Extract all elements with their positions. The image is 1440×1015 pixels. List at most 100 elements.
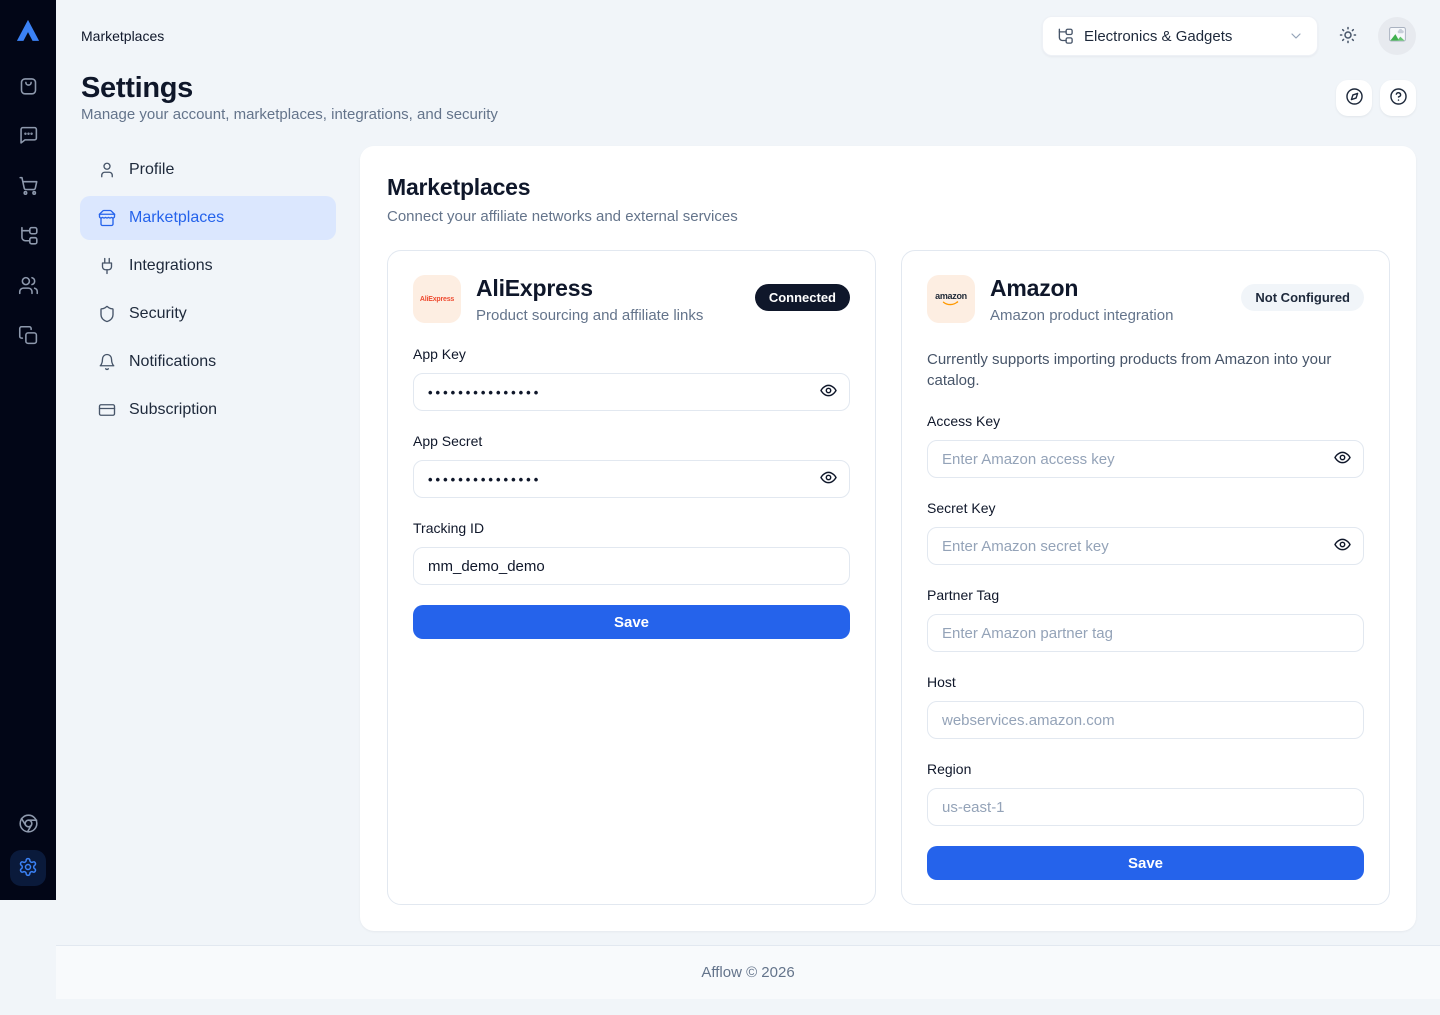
settings-nav-item-marketplaces[interactable]: Marketplaces xyxy=(80,196,336,240)
category-selector[interactable]: Electronics & Gadgets xyxy=(1042,16,1318,56)
footer: Afflow © 2026 xyxy=(56,945,1440,999)
aliexpress-card: AliExpress AliExpress Product sourcing a… xyxy=(387,250,876,905)
toggle-secret-key-visibility-button[interactable] xyxy=(1331,535,1353,557)
user-icon xyxy=(98,161,116,179)
copy-icon xyxy=(18,325,39,349)
sun-icon xyxy=(1338,25,1358,48)
toggle-access-key-visibility-button[interactable] xyxy=(1331,448,1353,470)
explore-button[interactable] xyxy=(1336,80,1372,116)
sidebar-item-pages[interactable] xyxy=(17,326,39,348)
marketplace-cards: AliExpress AliExpress Product sourcing a… xyxy=(387,250,1390,905)
app-key-input[interactable] xyxy=(413,373,850,411)
settings-nav-label: Subscription xyxy=(129,401,217,419)
tracking-id-input[interactable] xyxy=(413,547,850,585)
amazon-title: Amazon xyxy=(990,275,1173,302)
eye-icon xyxy=(819,468,838,490)
bell-icon xyxy=(98,353,116,371)
toggle-app-secret-visibility-button[interactable] xyxy=(817,468,839,490)
aliexpress-logo-text: AliExpress xyxy=(420,296,454,303)
aliexpress-description: Product sourcing and affiliate links xyxy=(476,307,703,324)
status-badge: Connected xyxy=(755,284,850,311)
users-icon xyxy=(18,275,39,299)
amazon-title-block: Amazon Amazon product integration xyxy=(990,275,1173,324)
header-actions xyxy=(1336,80,1416,116)
partner-tag-label: Partner Tag xyxy=(927,587,1364,603)
access-key-input[interactable] xyxy=(927,440,1364,478)
sidebar-item-catalog[interactable] xyxy=(17,226,39,248)
settings-nav-label: Profile xyxy=(129,161,174,179)
amazon-note: Currently supports importing products fr… xyxy=(927,349,1364,391)
access-key-field: Access Key xyxy=(927,413,1364,478)
shopping-bag-icon xyxy=(18,75,39,99)
amazon-card: amazon Amazon Amazon product integration… xyxy=(901,250,1390,905)
settings-nav-item-security[interactable]: Security xyxy=(80,292,336,336)
amazon-logo: amazon xyxy=(927,275,975,323)
host-field: Host xyxy=(927,674,1364,739)
region-input[interactable] xyxy=(927,788,1364,826)
sidebar-item-settings[interactable] xyxy=(10,850,46,886)
plug-icon xyxy=(98,257,116,275)
secret-key-label: Secret Key xyxy=(927,500,1364,516)
help-icon xyxy=(1389,87,1408,109)
aliexpress-logo: AliExpress xyxy=(413,275,461,323)
app-secret-input[interactable] xyxy=(413,460,850,498)
sidebar-bottom xyxy=(10,814,46,886)
app-key-label: App Key xyxy=(413,346,850,362)
app-secret-label: App Secret xyxy=(413,433,850,449)
sidebar-item-customers[interactable] xyxy=(17,276,39,298)
theme-toggle-button[interactable] xyxy=(1334,22,1362,50)
secret-key-input[interactable] xyxy=(927,527,1364,565)
app-key-field: App Key xyxy=(413,346,850,411)
aliexpress-save-button[interactable]: Save xyxy=(413,605,850,639)
avatar[interactable] xyxy=(1378,17,1416,55)
region-field: Region xyxy=(927,761,1364,826)
cart-icon xyxy=(18,175,39,199)
settings-nav-label: Notifications xyxy=(129,353,216,371)
status-badge: Not Configured xyxy=(1241,284,1364,311)
compass-icon xyxy=(1345,87,1364,109)
amazon-smile-icon xyxy=(942,301,960,307)
settings-nav-item-subscription[interactable]: Subscription xyxy=(80,388,336,432)
app-logo-icon[interactable] xyxy=(13,16,43,46)
credit-card-icon xyxy=(98,401,116,419)
toggle-app-key-visibility-button[interactable] xyxy=(817,381,839,403)
settings-nav-label: Marketplaces xyxy=(129,209,224,227)
page-subtitle: Manage your account, marketplaces, integ… xyxy=(81,106,498,123)
host-label: Host xyxy=(927,674,1364,690)
gear-icon xyxy=(18,857,38,880)
marketplaces-panel: Marketplaces Connect your affiliate netw… xyxy=(360,146,1416,931)
topbar: Electronics & Gadgets xyxy=(1042,16,1416,56)
settings-nav-item-integrations[interactable]: Integrations xyxy=(80,244,336,288)
partner-tag-input[interactable] xyxy=(927,614,1364,652)
aliexpress-title: AliExpress xyxy=(476,275,703,302)
sidebar-item-products[interactable] xyxy=(17,76,39,98)
secret-key-field: Secret Key xyxy=(927,500,1364,565)
settings-nav: Profile Marketplaces Integrations Securi… xyxy=(80,148,336,432)
settings-nav-label: Integrations xyxy=(129,257,213,275)
store-icon xyxy=(98,209,116,227)
page-title: Settings xyxy=(81,72,193,105)
settings-nav-item-profile[interactable]: Profile xyxy=(80,148,336,192)
sidebar-item-messages[interactable] xyxy=(17,126,39,148)
partner-tag-field: Partner Tag xyxy=(927,587,1364,652)
amazon-logo-text: amazon xyxy=(935,292,967,301)
tracking-id-label: Tracking ID xyxy=(413,520,850,536)
help-button[interactable] xyxy=(1380,80,1416,116)
region-label: Region xyxy=(927,761,1364,777)
eye-icon xyxy=(819,381,838,403)
access-key-label: Access Key xyxy=(927,413,1364,429)
aliexpress-card-header: AliExpress AliExpress Product sourcing a… xyxy=(413,275,850,324)
breadcrumb: Marketplaces xyxy=(81,28,164,44)
amazon-card-header: amazon Amazon Amazon product integration… xyxy=(927,275,1364,324)
amazon-save-button[interactable]: Save xyxy=(927,846,1364,880)
settings-nav-item-notifications[interactable]: Notifications xyxy=(80,340,336,384)
chat-icon xyxy=(18,125,39,149)
catalog-tree-icon xyxy=(1056,27,1074,45)
sidebar xyxy=(0,0,56,900)
host-input[interactable] xyxy=(927,701,1364,739)
sidebar-item-orders[interactable] xyxy=(17,176,39,198)
app-secret-field: App Secret xyxy=(413,433,850,498)
sidebar-item-browser[interactable] xyxy=(17,814,39,836)
broken-image-icon xyxy=(1387,24,1408,48)
shield-icon xyxy=(98,305,116,323)
